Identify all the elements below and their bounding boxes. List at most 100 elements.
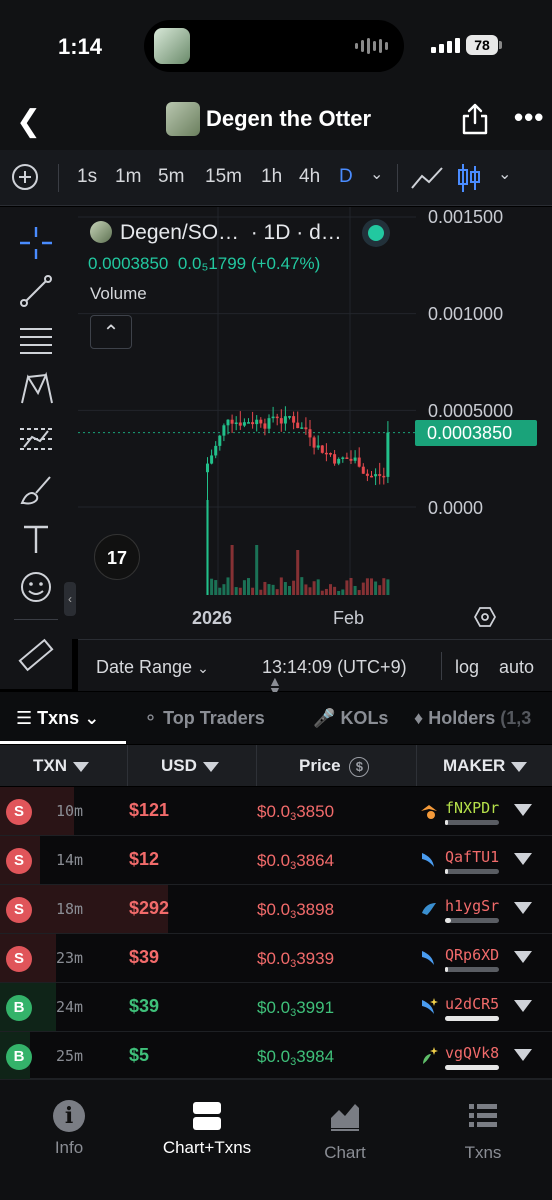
candle-body [222, 425, 226, 436]
filter-icon[interactable] [514, 853, 532, 865]
line-chart-type-icon[interactable] [410, 164, 444, 192]
filter-icon[interactable] [514, 902, 532, 914]
maker-address[interactable]: QafTU1 [445, 848, 499, 866]
now-playing-thumbnail [154, 28, 190, 64]
market-open-indicator [368, 225, 384, 241]
chart-clock: 13:14:09 (UTC+9) [262, 657, 407, 677]
candle-body [357, 457, 361, 467]
col-price[interactable]: Price $ [257, 745, 417, 786]
table-row[interactable]: S 18m $292 $0.033898 h1ygSr [0, 885, 552, 934]
tab-top-traders[interactable]: ⚬ Top Traders [143, 708, 265, 729]
sparkle-dolphin-icon [422, 998, 438, 1014]
candle-body [242, 422, 246, 426]
txn-age: 18m [56, 900, 84, 918]
table-row[interactable]: B 24m $39 $0.033991 u2dCR5 [0, 983, 552, 1032]
filter-icon[interactable] [511, 761, 528, 772]
currency-toggle-icon[interactable]: $ [349, 756, 370, 777]
trend-line-icon[interactable] [16, 271, 56, 311]
interval-1h[interactable]: 1h [261, 166, 282, 188]
auto-scale-toggle[interactable]: auto [499, 657, 534, 678]
pattern-icon[interactable] [16, 369, 56, 409]
maker-address[interactable]: QRp6XD [445, 946, 499, 964]
table-row[interactable]: S 14m $12 $0.033864 QafTU1 [0, 836, 552, 885]
nav-label: Txns [464, 1143, 502, 1162]
table-row[interactable]: B 25m $5 $0.033984 vgQVk8 [0, 1032, 552, 1080]
tab-holders[interactable]: ♦ Holders (1,3 [414, 708, 531, 729]
back-icon[interactable]: ❮ [16, 104, 41, 139]
maker-holding-bar [445, 967, 499, 972]
filter-icon[interactable] [514, 951, 532, 963]
maker-address[interactable]: fNXPDr [445, 799, 499, 817]
nav-chart-txns[interactable]: Chart+Txns [138, 1100, 276, 1158]
filter-icon[interactable] [73, 761, 89, 772]
brush-icon[interactable] [16, 469, 56, 509]
filter-icon[interactable] [514, 1049, 532, 1061]
volume-bar [324, 588, 328, 595]
nav-info[interactable]: i Info [0, 1100, 138, 1158]
candle-body [353, 457, 357, 461]
volume-bar [300, 577, 304, 595]
candle-body [275, 416, 279, 419]
chart-type-dropdown-icon[interactable]: ⌄ [498, 164, 511, 184]
drawbar-collapse-handle[interactable]: ‹ [64, 582, 76, 616]
interval-1m[interactable]: 1m [115, 166, 141, 188]
legend-token-logo [90, 221, 112, 243]
drawbar-divider [14, 619, 58, 620]
emoji-icon[interactable] [16, 567, 56, 607]
txn-table-header: TXN USD Price $ MAKER [0, 745, 552, 786]
add-indicator-icon[interactable] [12, 164, 38, 190]
ruler-icon[interactable] [16, 635, 56, 675]
collapse-legend-button[interactable]: ⌃ [90, 315, 132, 349]
volume-bar [259, 589, 263, 595]
chart-settings-icon[interactable] [474, 606, 496, 628]
medal-icon: ⚬ [143, 708, 159, 728]
maker-address[interactable]: h1ygSr [445, 897, 499, 915]
nav-label: Info [54, 1138, 84, 1157]
col-maker[interactable]: MAKER [417, 745, 552, 786]
candle-body [226, 419, 230, 426]
more-icon[interactable]: ••• [514, 102, 544, 133]
volume-bar [370, 578, 373, 595]
volume-label: Volume [90, 284, 147, 303]
sparkle-plant-icon [423, 1047, 438, 1064]
share-icon[interactable] [460, 102, 490, 136]
col-usd[interactable]: USD [128, 745, 257, 786]
fib-lines-icon[interactable] [16, 321, 56, 361]
txn-price: $0.033984 [257, 1047, 335, 1068]
interval-1s[interactable]: 1s [77, 166, 97, 188]
filter-icon[interactable] [202, 761, 219, 772]
interval-5m[interactable]: 5m [158, 166, 184, 188]
interval-4h[interactable]: 4h [299, 166, 320, 188]
status-bar: 1:14 78 [0, 0, 552, 92]
filter-icon[interactable] [514, 1000, 532, 1012]
maker-address[interactable]: vgQVk8 [445, 1044, 499, 1062]
tab-txns[interactable]: ☰ Txns ⌄ [16, 708, 99, 729]
maker-address[interactable]: u2dCR5 [445, 995, 499, 1013]
text-tool-icon[interactable] [16, 519, 56, 559]
filter-icon[interactable] [514, 804, 532, 816]
interval-15m[interactable]: 15m [205, 166, 242, 188]
table-row[interactable]: S 10m $121 $0.033850 fNXPDr [0, 787, 552, 836]
log-scale-toggle[interactable]: log [455, 657, 479, 678]
table-row[interactable]: S 23m $39 $0.033939 QRp6XD [0, 934, 552, 983]
nav-label: Chart [324, 1143, 366, 1162]
bird-icon [421, 805, 437, 819]
prediction-icon[interactable] [16, 419, 56, 459]
interval-d[interactable]: D [339, 166, 353, 188]
sell-badge: S [6, 799, 32, 825]
maker-holding-bar [445, 1065, 499, 1070]
nav-txns[interactable]: Txns [414, 1100, 552, 1163]
volume-bar [271, 584, 275, 595]
candlestick-type-icon[interactable] [456, 162, 482, 194]
txn-price: $0.033991 [257, 998, 335, 1019]
top-nav: ❮ Degen the Otter ••• [0, 92, 552, 150]
tradingview-logo[interactable]: 17 [94, 534, 140, 580]
crosshair-icon[interactable] [16, 223, 56, 263]
maker-holding-bar [445, 1016, 499, 1021]
interval-dropdown-icon[interactable]: ⌄ [370, 164, 383, 184]
tab-kols[interactable]: 🎤 KOLs [313, 708, 388, 729]
nav-chart[interactable]: Chart [276, 1100, 414, 1163]
candle-body [263, 423, 267, 429]
col-txn[interactable]: TXN [0, 745, 128, 786]
date-range-dropdown[interactable]: Date Range ⌄ [96, 657, 209, 678]
